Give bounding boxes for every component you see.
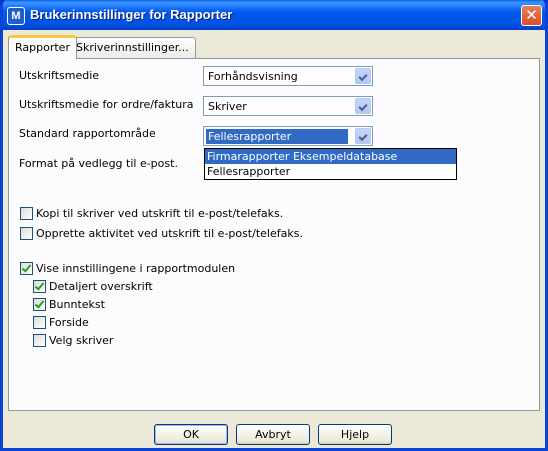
ordre-faktura-value: Skriver [208, 100, 247, 113]
aktivitet-label[interactable]: Opprette aktivitet ved utskrift til e-po… [36, 227, 303, 240]
dropdown-option-fellesrapporter[interactable]: Fellesrapporter [205, 164, 456, 179]
ok-button[interactable]: OK [154, 424, 228, 445]
vise-innstillinger-checkbox[interactable] [20, 262, 33, 275]
ordre-faktura-label: Utskriftsmedie for ordre/faktura [19, 98, 194, 111]
title-bar[interactable]: M Brukerinnstillinger for Rapporter ✕ [3, 0, 545, 30]
close-button[interactable]: ✕ [521, 5, 542, 26]
tab-skriverinnstillinger[interactable]: Skriverinnstillinger... [69, 37, 196, 58]
ordre-faktura-select[interactable]: Skriver [203, 96, 373, 116]
tab-rapporter[interactable]: Rapporter [8, 35, 77, 59]
avbryt-button[interactable]: Avbryt [236, 424, 310, 445]
kopi-label[interactable]: Kopi til skriver ved utskrift til e-post… [36, 207, 283, 220]
window-title: Brukerinnstillinger for Rapporter [30, 7, 233, 22]
bunntekst-label[interactable]: Bunntekst [49, 298, 105, 311]
kopi-checkbox[interactable] [20, 207, 33, 220]
velg-skriver-checkbox[interactable] [33, 334, 46, 347]
chevron-down-icon[interactable] [355, 98, 371, 114]
utskriftsmedie-select[interactable]: Forhåndsvisning [203, 66, 373, 86]
bunntekst-checkbox[interactable] [33, 298, 46, 311]
forside-checkbox[interactable] [33, 316, 46, 329]
detaljert-overskrift-checkbox[interactable] [33, 280, 46, 293]
app-icon: M [7, 7, 25, 25]
chevron-down-icon[interactable] [355, 128, 371, 144]
format-vedlegg-label: Format på vedlegg til e-post. [19, 157, 178, 170]
dropdown-option-firmarapporter[interactable]: Firmarapporter Eksempeldatabase [205, 149, 456, 164]
rapportomrade-select[interactable]: Fellesrapporter [203, 126, 373, 146]
aktivitet-checkbox[interactable] [20, 227, 33, 240]
vise-innstillinger-label[interactable]: Vise innstillingene i rapportmodulen [36, 262, 235, 275]
hjelp-button[interactable]: Hjelp [318, 424, 392, 445]
dialog-window: M Brukerinnstillinger for Rapporter ✕ Ra… [0, 0, 548, 451]
utskriftsmedie-value: Forhåndsvisning [208, 70, 298, 83]
rapportomrade-value: Fellesrapporter [205, 128, 349, 145]
utskriftsmedie-label: Utskriftsmedie [19, 69, 100, 82]
rapportomrade-label: Standard rapportområde [19, 127, 156, 140]
chevron-down-icon[interactable] [355, 68, 371, 84]
velg-skriver-label[interactable]: Velg skriver [49, 334, 113, 347]
forside-label[interactable]: Forside [49, 316, 89, 329]
rapportomrade-dropdown-list: Firmarapporter Eksempeldatabase Fellesra… [204, 148, 457, 180]
detaljert-overskrift-label[interactable]: Detaljert overskrift [49, 280, 153, 293]
